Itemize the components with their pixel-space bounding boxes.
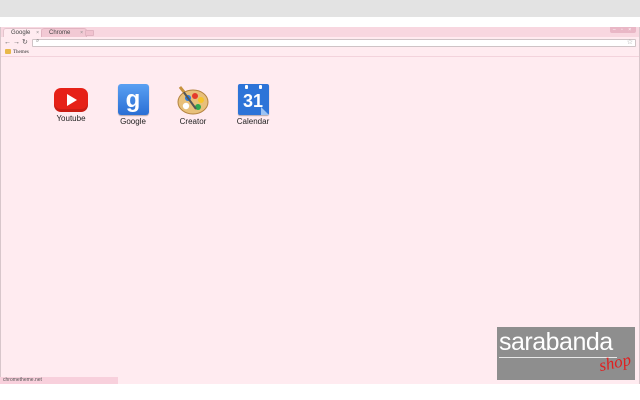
page-curl — [260, 107, 269, 115]
window-controls[interactable]: ‒ ▫ × — [610, 27, 636, 33]
tab-chrome[interactable]: Chrome × — [41, 28, 87, 37]
back-icon[interactable]: ← — [4, 38, 11, 48]
forward-icon[interactable]: → — [13, 38, 20, 48]
palette-icon — [176, 83, 210, 115]
bookmark-themes[interactable]: Themes — [5, 49, 29, 57]
status-bar: chrometheme.net — [0, 377, 118, 384]
google-icon: g — [117, 84, 149, 115]
toolbar: ← → ↻ ⌕ ☆ — [1, 37, 639, 49]
bookmark-star-icon[interactable]: ☆ — [627, 38, 633, 46]
folder-icon — [5, 49, 11, 55]
bookmark-label: Themes — [13, 50, 29, 55]
bookmarks-bar: Themes — [1, 49, 639, 57]
app-label: Youtube — [56, 114, 86, 123]
new-tab-button[interactable] — [85, 30, 94, 36]
app-google[interactable]: g Google — [103, 84, 163, 127]
omnibox[interactable]: ⌕ ☆ — [32, 38, 636, 47]
app-creator[interactable]: Creator — [163, 83, 223, 127]
app-label: Calendar — [236, 117, 270, 126]
tab-bar: Google × Chrome × ‒ ▫ × — [1, 27, 639, 37]
search-icon: ⌕ — [36, 38, 40, 44]
tab-label: Google — [11, 30, 31, 36]
tab-label: Chrome — [49, 30, 71, 36]
youtube-icon — [54, 88, 88, 112]
app-youtube[interactable]: Youtube — [41, 84, 101, 124]
app-calendar[interactable]: 31 Calendar — [223, 84, 283, 127]
calendar-rings — [238, 85, 269, 89]
calendar-icon: 31 — [237, 84, 269, 115]
app-label: Creator — [179, 117, 207, 126]
play-icon — [67, 94, 77, 106]
app-label: Google — [120, 117, 146, 126]
sarabanda-logo: sarabanda shop — [497, 327, 635, 380]
logo-brand: sarabanda — [499, 328, 613, 356]
desktop-top-strip — [0, 0, 640, 17]
reload-icon[interactable]: ↻ — [22, 38, 28, 48]
tab-google[interactable]: Google × — [3, 28, 43, 37]
